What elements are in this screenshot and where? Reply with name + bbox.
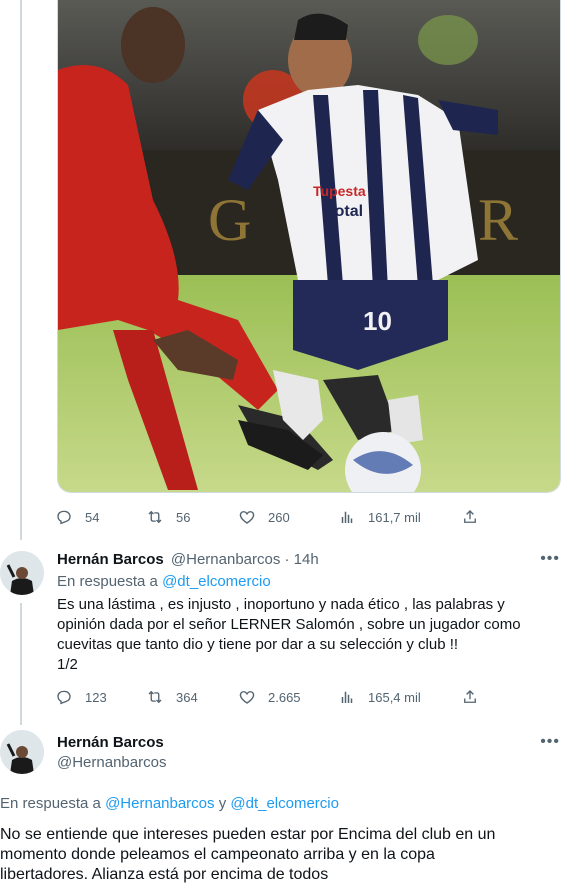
- svg-text:Total: Total: [326, 203, 363, 220]
- retweet-icon: [148, 510, 162, 524]
- share-button[interactable]: [461, 688, 479, 706]
- retweet-icon: [148, 690, 162, 704]
- tweet-text-line: Es una lástima , es injusto , inoportuno…: [57, 596, 505, 613]
- svg-text:Tupesta: Tupesta: [313, 183, 366, 199]
- svg-text:R: R: [478, 187, 518, 253]
- avatar[interactable]: [0, 730, 44, 774]
- reply-context-and: y: [214, 795, 231, 812]
- tweet-text-line: opinión dada por el señor LERNER Salomón…: [57, 616, 521, 633]
- thread-line: [20, 603, 22, 725]
- tweet-text-line: cuevitas que tanto dio y tiene por dar a…: [57, 636, 459, 653]
- heart-icon: [239, 511, 255, 524]
- reply-context-label: En respuesta a: [57, 573, 163, 590]
- reply-count: 123: [85, 689, 107, 705]
- svg-text:G: G: [208, 187, 251, 253]
- reply-count: 54: [85, 509, 100, 525]
- tweet-time[interactable]: · 14h: [285, 551, 319, 568]
- views-button[interactable]: 165,4 mil: [338, 688, 421, 706]
- share-icon: [464, 690, 476, 703]
- tweet-text: No se entiende que intereses pueden esta…: [0, 825, 577, 885]
- avatar-image: [0, 730, 44, 774]
- tweet-text-line: 1/2: [57, 656, 78, 673]
- share-icon: [464, 510, 476, 523]
- views-chart-icon: [341, 691, 353, 703]
- jersey-number: 10: [363, 306, 392, 336]
- reply-button[interactable]: 54: [55, 508, 99, 526]
- like-count: 2.665: [268, 689, 301, 705]
- retweet-button[interactable]: 56: [146, 508, 190, 526]
- mention-link[interactable]: @dt_elcomercio: [162, 573, 271, 590]
- reply-icon: [57, 690, 71, 705]
- avatar[interactable]: [0, 551, 44, 595]
- share-button[interactable]: [461, 508, 479, 526]
- views-count: 165,4 mil: [368, 689, 421, 705]
- retweet-count: 56: [176, 509, 191, 525]
- reply-context-label: En respuesta a: [0, 795, 106, 812]
- tweet-action-bar: 123 364 2.665 165,4 mil: [55, 686, 535, 708]
- thread-line: [20, 0, 22, 540]
- like-count: 260: [268, 509, 290, 525]
- reply-icon: [57, 510, 71, 525]
- tweet-media-photo[interactable]: G R Tupesta Total 10: [57, 0, 561, 493]
- author-name[interactable]: Hernán Barcos: [57, 733, 166, 753]
- mention-link[interactable]: @Hernanbarcos: [105, 795, 214, 812]
- retweet-button[interactable]: 364: [146, 688, 198, 706]
- author-handle[interactable]: @Hernanbarcos: [57, 753, 166, 773]
- football-photo: G R Tupesta Total 10: [58, 0, 560, 492]
- views-count: 161,7 mil: [368, 509, 421, 525]
- reply-context: En respuesta a @Hernanbarcos y @dt_elcom…: [0, 794, 339, 814]
- author-name[interactable]: Hernán Barcos: [57, 551, 164, 568]
- reply-button[interactable]: 123: [55, 688, 107, 706]
- views-button[interactable]: 161,7 mil: [338, 508, 421, 526]
- avatar-image: [0, 551, 44, 595]
- reply-context: En respuesta a @dt_elcomercio: [57, 572, 271, 592]
- more-options-icon[interactable]: •••: [540, 550, 560, 568]
- views-chart-icon: [341, 511, 353, 523]
- mention-link[interactable]: @dt_elcomercio: [230, 795, 339, 812]
- tweet-header: Hernán Barcos @Hernanbarcos · 14h: [57, 551, 527, 568]
- author-handle[interactable]: @Hernanbarcos: [171, 551, 280, 568]
- tweet-text-line: libertadores. Alianza está por encima de…: [0, 866, 329, 883]
- tweet-text: Es una lástima , es injusto , inoportuno…: [57, 595, 557, 675]
- like-button[interactable]: 2.665: [238, 688, 301, 706]
- retweet-count: 364: [176, 689, 198, 705]
- more-options-icon[interactable]: •••: [540, 733, 560, 751]
- tweet-action-bar: 54 56 260 161,7 mil: [55, 506, 535, 528]
- tweet-text-line: momento donde peleamos el campeonato arr…: [0, 846, 435, 863]
- tweet-header: Hernán Barcos @Hernanbarcos: [57, 733, 166, 773]
- tweet-text-line: No se entiende que intereses pueden esta…: [0, 826, 496, 843]
- like-button[interactable]: 260: [238, 508, 290, 526]
- heart-icon: [239, 691, 255, 704]
